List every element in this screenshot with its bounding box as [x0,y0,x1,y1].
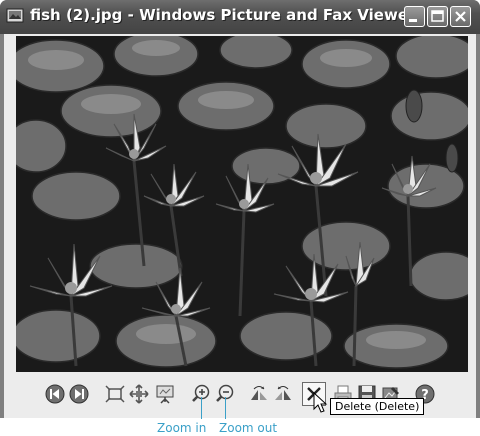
zoom-in-callout: Zoom in [157,421,207,435]
next-image-button[interactable] [68,383,90,405]
best-fit-icon [105,385,125,403]
picture-viewer-window: fish (2).jpg - Windows Picture and Fax V… [0,0,480,418]
previous-image-button[interactable] [44,383,66,405]
zoom-out-callout-line [225,397,226,419]
rotate-counterclockwise-button[interactable] [272,383,294,405]
close-button[interactable] [450,6,471,27]
water-lilies-photo [16,36,468,372]
minimize-button[interactable] [404,6,425,27]
rotate-clockwise-icon [251,386,267,400]
close-icon [455,11,466,22]
slide-show-button[interactable] [154,383,176,405]
viewer-client-area: ? [4,34,476,418]
delete-tooltip: Delete (Delete) [330,398,425,415]
minimize-icon [409,19,417,22]
best-fit-button[interactable] [104,383,126,405]
title-bar[interactable]: fish (2).jpg - Windows Picture and Fax V… [0,0,480,34]
maximize-button[interactable] [427,6,448,27]
maximize-icon [431,10,444,22]
zoom-in-callout-line [201,397,202,419]
slide-show-icon [156,385,174,404]
next-image-icon [69,384,89,404]
actual-size-icon [129,384,149,404]
actual-size-button[interactable] [128,383,150,405]
mouse-pointer-icon [313,392,328,413]
window-title: fish (2).jpg - Windows Picture and Fax V… [30,6,416,24]
rotate-clockwise-button[interactable] [248,383,270,405]
zoom-out-callout: Zoom out [219,421,278,435]
previous-image-icon [45,384,65,404]
photo-display [16,36,468,372]
picture-viewer-icon [6,8,24,24]
rotate-counterclockwise-icon [275,386,291,400]
